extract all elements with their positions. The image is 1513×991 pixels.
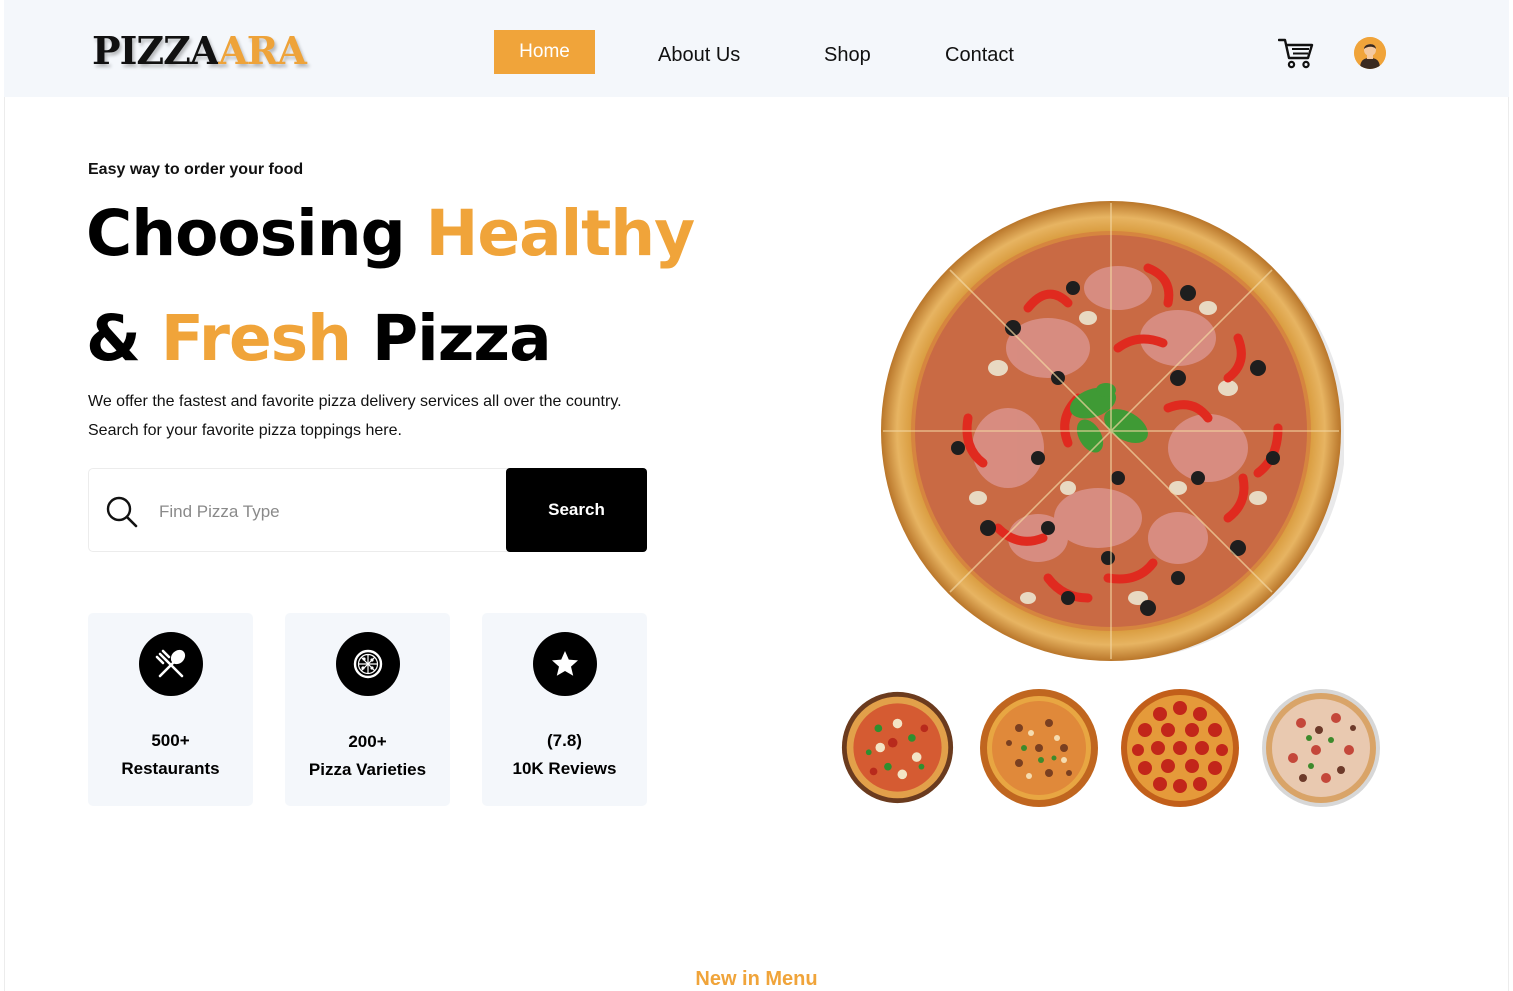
nav-home-button[interactable]: Home [494, 30, 595, 74]
pizza-thumbnail-1[interactable] [840, 690, 955, 805]
cart-icon[interactable] [1278, 37, 1314, 69]
stat-card-restaurants: 500+ Restaurants [88, 613, 253, 806]
user-avatar[interactable] [1354, 37, 1386, 69]
logo-text-ara: ARA [218, 28, 307, 73]
nav-shop-link[interactable]: Shop [824, 44, 871, 67]
pizza-thumbnail-3[interactable] [1120, 688, 1240, 808]
stat-label: 10K Reviews [512, 759, 617, 778]
pizza-search-input[interactable] [159, 495, 489, 529]
user-avatar-icon [1354, 37, 1386, 69]
hero-description-line2: Search for your favorite pizza toppings … [88, 422, 402, 439]
hero-title-line2: & Fresh Pizza [86, 307, 552, 370]
hero-eyebrow: Easy way to order your food [88, 161, 304, 178]
nav-contact-link[interactable]: Contact [945, 44, 1014, 67]
nav-about-link[interactable]: About Us [658, 44, 740, 67]
hero-title-fresh: Fresh [160, 302, 352, 375]
hero-title-amp: & [86, 302, 161, 375]
hero-description-line1: We offer the fastest and favorite pizza … [88, 393, 622, 410]
pizza-thumbnail-4[interactable] [1261, 688, 1381, 808]
featured-pizza-image [881, 201, 1344, 661]
logo-text-pizza: PIZZA [92, 28, 219, 73]
stat-card-pizza-varieties: 200+ Pizza Varieties [285, 613, 450, 806]
stat-value: 200+ [348, 732, 387, 751]
site-header: PIZZAARA Home About Us Shop Contact [4, 0, 1509, 97]
stat-label: Restaurants [121, 759, 220, 778]
new-in-menu-heading: New in Menu [695, 968, 818, 990]
fork-spoon-icon [138, 632, 203, 696]
hero-title-pizza: Pizza [351, 302, 552, 375]
search-button[interactable]: Search [506, 468, 647, 552]
hero-title-choosing: Choosing [86, 197, 426, 270]
hero-title-healthy: Healthy [425, 197, 696, 270]
pizza-thumbnail-2[interactable] [979, 688, 1099, 808]
hero-title-line1: Choosing Healthy [86, 202, 695, 265]
pizza-icon [335, 632, 400, 696]
star-icon [532, 632, 597, 696]
stat-value: (7.8) [547, 731, 582, 750]
stat-label: Pizza Varieties [308, 760, 427, 779]
brand-logo[interactable]: PIZZAARA [92, 28, 307, 73]
stat-value: 500+ [151, 731, 190, 750]
stat-card-reviews: (7.8) 10K Reviews [482, 613, 647, 806]
search-icon [106, 496, 138, 528]
pizza-search-box: Search [88, 468, 647, 552]
